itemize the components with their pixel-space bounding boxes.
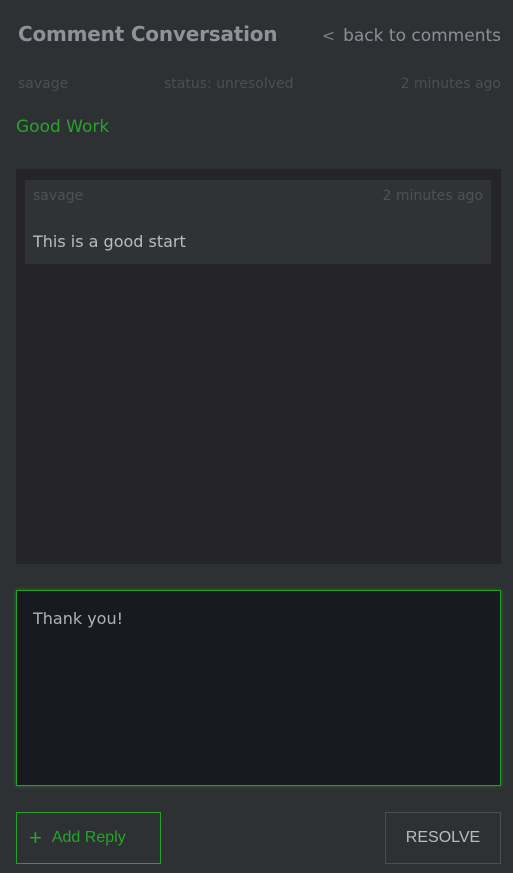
comment-text: This is a good start [33, 232, 186, 251]
back-label: back to comments [343, 26, 501, 46]
comment-card: savage 2 minutes ago This is a good star… [25, 180, 491, 264]
comment-time: 2 minutes ago [382, 188, 483, 204]
resolve-button[interactable]: RESOLVE [385, 812, 501, 864]
add-reply-label: Add Reply [51, 829, 126, 846]
comment-user: savage [33, 188, 84, 204]
page-title: Comment Conversation [18, 22, 278, 46]
meta-time: 2 minutes ago [400, 76, 501, 92]
reply-input[interactable]: Thank you! [17, 591, 500, 785]
comment-thread[interactable]: savage 2 minutes ago This is a good star… [16, 169, 501, 564]
add-reply-button[interactable]: + Add Reply [16, 812, 161, 864]
back-to-comments-link[interactable]: < back to comments [322, 26, 501, 46]
reply-box: Thank you! [16, 590, 501, 786]
comment-subject: Good Work [16, 117, 110, 137]
meta-status: status: unresolved [164, 76, 294, 92]
header: Comment Conversation < back to comments [16, 20, 501, 54]
chevron-left-icon: < [321, 26, 336, 45]
comment-meta: savage status: unresolved 2 minutes ago [16, 76, 501, 98]
meta-user: savage [18, 76, 69, 92]
plus-icon: + [29, 825, 42, 850]
